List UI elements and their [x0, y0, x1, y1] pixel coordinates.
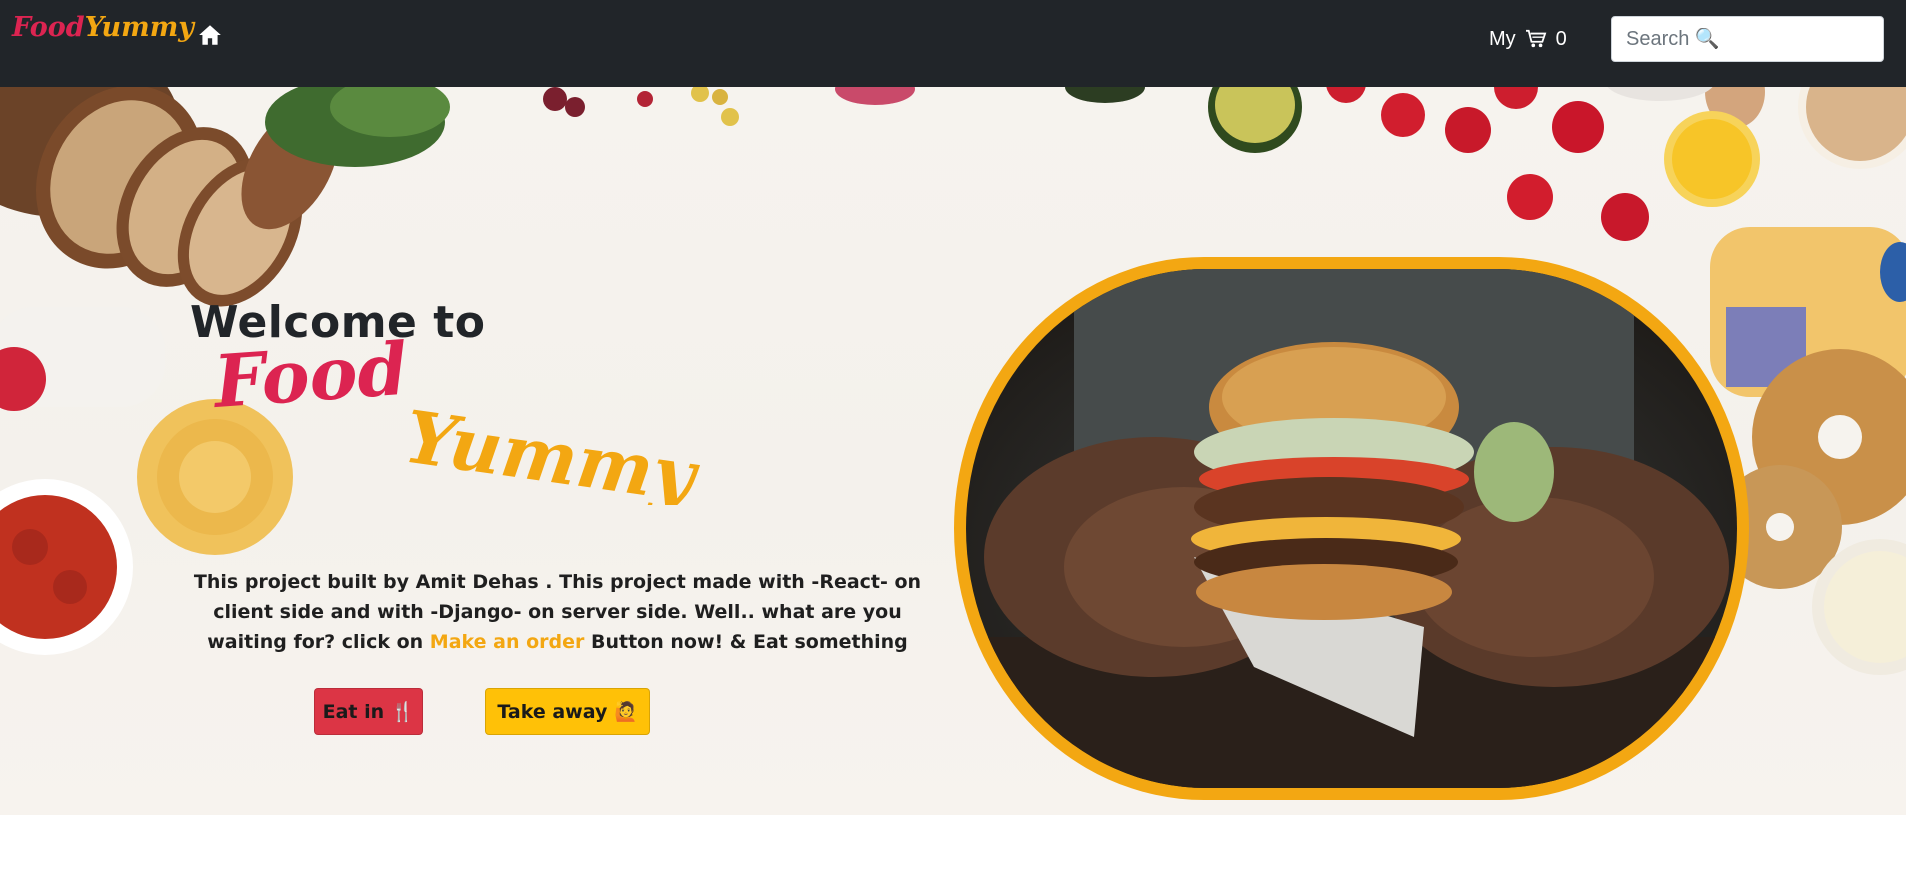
hero-section: Welcome to Food Yummy This project built…	[0, 87, 1906, 815]
cart-link[interactable]: My 0	[1489, 25, 1567, 53]
home-icon	[199, 25, 221, 45]
eat-in-button[interactable]: Eat in 🍴	[314, 688, 423, 735]
big-logo-yummy: Yummy	[400, 394, 705, 505]
big-logo-food: Food	[209, 335, 410, 424]
cart-count: 0	[1555, 27, 1567, 50]
search-input[interactable]	[1626, 27, 1869, 51]
burger-image	[954, 257, 1749, 800]
make-order-link[interactable]: Make an order	[430, 631, 585, 653]
search-box	[1611, 16, 1884, 62]
brand-logo-yummy: Yummy	[84, 12, 194, 43]
foodyummy-big-logo: Food Yummy	[209, 335, 705, 505]
description-text-end: Button now! & Eat something	[584, 631, 908, 653]
home-link[interactable]	[197, 22, 223, 48]
cart-label: My	[1489, 27, 1516, 50]
brand-logo-link[interactable]: Food Yummy	[12, 12, 194, 48]
top-navbar: Food Yummy My 0	[0, 0, 1906, 87]
cart-icon	[1525, 29, 1547, 48]
project-description: This project built by Amit Dehas . This …	[190, 567, 925, 657]
brand-logo-food: Food	[12, 12, 85, 43]
take-away-button[interactable]: Take away 🙋	[485, 688, 650, 735]
